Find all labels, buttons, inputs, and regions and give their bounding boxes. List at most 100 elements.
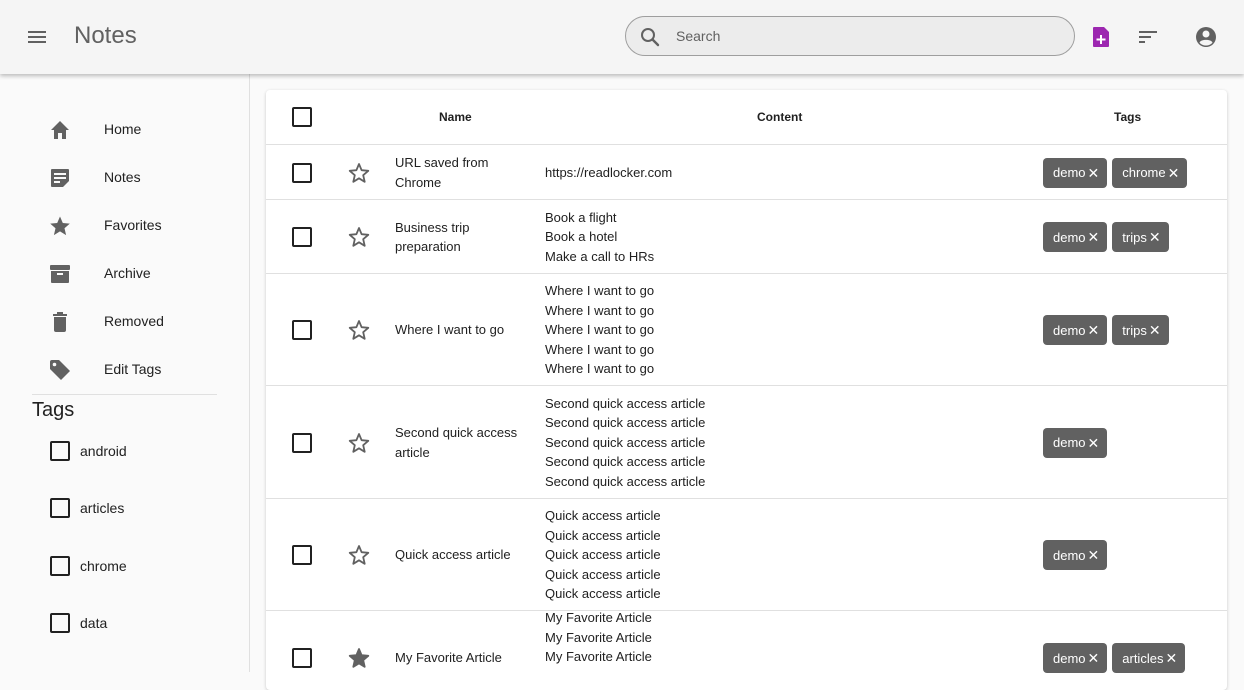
- note-tags: demo ✕: [1043, 540, 1108, 570]
- close-icon[interactable]: ✕: [1165, 651, 1177, 665]
- account-circle-icon[interactable]: [1193, 24, 1219, 50]
- checkbox[interactable]: [50, 441, 70, 461]
- row-checkbox[interactable]: [292, 162, 312, 183]
- search-box[interactable]: [625, 16, 1075, 56]
- column-header-name[interactable]: Name: [439, 110, 472, 124]
- sidebar-item-edit-tags[interactable]: Edit Tags: [0, 346, 249, 394]
- tag-chip[interactable]: trips ✕: [1112, 222, 1169, 252]
- sidebar-item-notes[interactable]: Notes: [0, 154, 249, 202]
- tag-chip-label: demo: [1053, 435, 1086, 450]
- column-header-tags[interactable]: Tags: [1114, 110, 1141, 124]
- tag-chip[interactable]: trips ✕: [1112, 315, 1169, 345]
- row-checkbox[interactable]: [292, 545, 312, 565]
- tag-chip[interactable]: articles ✕: [1112, 643, 1186, 673]
- search-input[interactable]: [676, 17, 1056, 55]
- tag-chip-label: demo: [1053, 165, 1086, 180]
- tag-chip[interactable]: demo ✕: [1043, 643, 1108, 673]
- tag-chip[interactable]: demo ✕: [1043, 315, 1108, 345]
- row-checkbox[interactable]: [292, 320, 312, 340]
- content-line: https://readlocker.com: [545, 164, 673, 180]
- checkbox[interactable]: [50, 556, 70, 576]
- table-row[interactable]: URL saved from Chrome https://readlocker.…: [266, 145, 1227, 200]
- note-name[interactable]: Second quick access article: [395, 423, 525, 462]
- table-header: Name Content Tags: [266, 90, 1227, 145]
- tag-filter-android[interactable]: android: [48, 434, 228, 468]
- content-line: Book a hotel: [545, 229, 618, 245]
- content-line: Where I want to go: [545, 283, 655, 299]
- close-icon[interactable]: ✕: [1149, 323, 1161, 337]
- select-all-checkbox[interactable]: [292, 107, 312, 127]
- content-line: Where I want to go: [545, 361, 655, 377]
- star-outline-icon[interactable]: [347, 543, 371, 567]
- star-outline-icon[interactable]: [347, 161, 371, 185]
- sidebar-item-label: Archive: [104, 265, 151, 281]
- star-icon: [48, 214, 72, 238]
- tag-icon: [48, 358, 72, 382]
- close-icon[interactable]: ✕: [1088, 230, 1100, 244]
- close-icon[interactable]: ✕: [1088, 651, 1100, 665]
- tags-heading: Tags: [32, 399, 75, 421]
- close-icon[interactable]: ✕: [1088, 166, 1100, 180]
- sidebar-item-favorites[interactable]: Favorites: [0, 202, 249, 250]
- sidebar-item-home[interactable]: Home: [0, 106, 249, 154]
- tag-filter-articles[interactable]: articles: [48, 491, 228, 525]
- tag-chip[interactable]: chrome ✕: [1112, 157, 1188, 188]
- note-name[interactable]: Quick access article: [395, 545, 525, 565]
- close-icon[interactable]: ✕: [1149, 230, 1161, 244]
- table-row[interactable]: My Favorite Article My Favorite Article My…: [266, 608, 1227, 690]
- tag-chip[interactable]: demo ✕: [1043, 222, 1108, 252]
- note-content: https://readlocker.com: [545, 163, 925, 183]
- star-outline-icon[interactable]: [347, 318, 371, 342]
- tag-chip[interactable]: demo ✕: [1043, 540, 1108, 570]
- tag-chip[interactable]: demo ✕: [1043, 157, 1108, 188]
- row-checkbox[interactable]: [292, 227, 312, 247]
- note-content: Where I want to go Where I want to go Wher…: [545, 281, 925, 379]
- tag-chip-label: demo: [1053, 650, 1086, 666]
- note-add-icon[interactable]: [1088, 24, 1114, 50]
- note-name[interactable]: Business trip preparation: [395, 218, 525, 257]
- notes-icon: [48, 166, 72, 190]
- note-name[interactable]: URL saved from Chrome: [395, 153, 525, 192]
- note-name[interactable]: Where I want to go: [395, 320, 525, 340]
- sidebar-item-archive[interactable]: Archive: [0, 250, 249, 298]
- tag-filter-chrome[interactable]: chrome: [48, 549, 228, 583]
- row-checkbox[interactable]: [292, 648, 312, 668]
- sidebar-item-label: Home: [104, 121, 142, 137]
- content-line: Quick access article: [545, 527, 661, 543]
- row-checkbox[interactable]: [292, 432, 312, 453]
- note-content: My Favorite Article My Favorite Article My…: [545, 608, 925, 667]
- close-icon[interactable]: ✕: [1168, 166, 1180, 180]
- sidebar-item-label: Notes: [104, 169, 141, 185]
- close-icon[interactable]: ✕: [1088, 323, 1100, 337]
- content-line: Book a flight: [545, 209, 617, 225]
- sort-icon[interactable]: [1135, 24, 1161, 50]
- menu-icon[interactable]: [22, 22, 52, 52]
- star-outline-icon[interactable]: [347, 431, 371, 455]
- table-row[interactable]: Where I want to go Where I want to go Wher…: [266, 274, 1227, 386]
- table-row[interactable]: Second quick access article Second quick …: [266, 386, 1227, 499]
- app-bar: Notes: [0, 0, 1244, 74]
- tag-chip-label: trips: [1122, 322, 1147, 338]
- content-line: Where I want to go: [545, 322, 655, 338]
- column-header-content[interactable]: Content: [757, 110, 802, 124]
- tag-filter-label: data: [80, 615, 108, 631]
- checkbox[interactable]: [50, 613, 70, 633]
- table-row[interactable]: Quick access article Quick access article…: [266, 499, 1227, 611]
- close-icon[interactable]: ✕: [1088, 548, 1100, 562]
- table-row[interactable]: Business trip preparation Book a flight Bo…: [266, 200, 1227, 274]
- close-icon[interactable]: ✕: [1088, 436, 1100, 450]
- sidebar-divider: [32, 394, 217, 395]
- content-line: Make a call to HRs: [545, 248, 655, 264]
- tag-chip[interactable]: demo ✕: [1043, 427, 1108, 458]
- sidebar-item-removed[interactable]: Removed: [0, 298, 249, 346]
- star-outline-icon[interactable]: [347, 225, 371, 249]
- content-line: Where I want to go: [545, 302, 655, 318]
- checkbox[interactable]: [50, 498, 70, 518]
- note-tags: demo ✕ trips ✕: [1043, 315, 1169, 345]
- tag-filter-data[interactable]: data: [48, 606, 228, 640]
- tag-chip-label: demo: [1053, 322, 1086, 338]
- note-name[interactable]: My Favorite Article: [395, 648, 525, 668]
- star-icon[interactable]: [347, 646, 371, 670]
- tag-filter-label: android: [80, 443, 127, 459]
- sidebar-item-label: Favorites: [104, 217, 162, 233]
